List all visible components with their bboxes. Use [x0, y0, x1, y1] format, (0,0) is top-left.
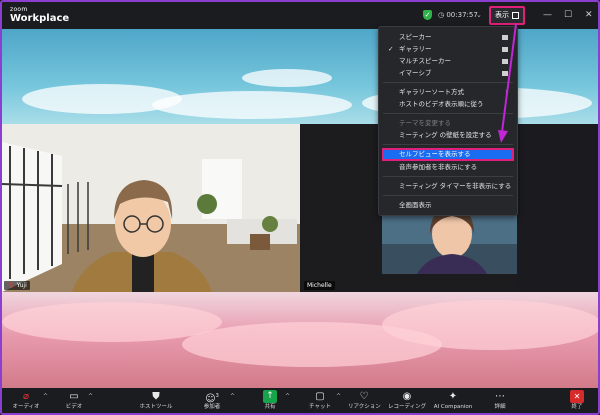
grid-icon: [512, 12, 519, 19]
speaker-layout-icon: [502, 35, 508, 40]
end-label: 終了: [571, 404, 583, 410]
chat-button[interactable]: ▢ チャット: [306, 390, 334, 411]
record-button[interactable]: ◉ レコーディング: [388, 390, 426, 411]
menu-divider: [383, 176, 513, 177]
maximize-icon[interactable]: ☐: [564, 9, 572, 21]
immersive-layout-icon: [502, 71, 508, 76]
participants-label: 参加者: [203, 404, 221, 410]
host-tools-button[interactable]: ⛊ ホストツール: [136, 390, 176, 411]
sparkle-icon: ✦: [448, 391, 458, 402]
more-dots-icon: ⋯: [495, 391, 505, 402]
meeting-toolbar: ⌀ オーディオ ^ ▭ ビデオ ^ ⛊ ホストツール ☺3 参加者 ^ ↑ 共有 ^ ▢ チ…: [2, 388, 598, 413]
timer-text: 00:37:57: [446, 11, 478, 19]
check-icon: ✓: [388, 45, 394, 53]
close-icon[interactable]: ✕: [585, 9, 593, 21]
video-chevron-up-icon[interactable]: ^: [88, 393, 93, 400]
ai-companion-button[interactable]: ✦ AI Companion: [430, 390, 476, 411]
share-arrow-icon: ↑: [263, 390, 277, 403]
chat-chevron-up-icon[interactable]: ^: [336, 393, 341, 400]
video-tile-yuji[interactable]: 🎙 Yuji: [2, 124, 300, 292]
zoom-window: zoom Workplace ✓ ◷ 00:37:57 ⌄ 表示 — ☐ ✕ 🎙…: [0, 0, 600, 415]
record-label: レコーディング: [388, 404, 427, 410]
menu-item-gallery[interactable]: ✓ ギャラリー: [379, 44, 517, 55]
background-sunset: [2, 292, 598, 388]
chat-bubble-icon: ▢: [315, 391, 325, 402]
participant-name: Yuji: [16, 282, 27, 289]
muted-mic-icon: 🎙: [7, 282, 15, 289]
participant-name-tag: 🎙 Yuji: [4, 281, 30, 290]
menu-divider: [383, 82, 513, 83]
view-button[interactable]: 表示: [489, 6, 525, 25]
meeting-timer: ◷ 00:37:57: [438, 10, 478, 20]
logo-name: Workplace: [10, 13, 70, 24]
end-x-icon: ✕: [570, 390, 584, 403]
menu-item-follow-host[interactable]: ホストのビデオ表示順に従う: [379, 99, 517, 110]
video-button[interactable]: ▭ ビデオ: [62, 390, 86, 411]
menu-item-show-self-view[interactable]: セルフビューを表示する: [382, 148, 514, 161]
participants-chevron-up-icon[interactable]: ^: [230, 393, 235, 400]
audio-label: オーディオ: [12, 404, 40, 410]
menu-divider: [383, 144, 513, 145]
share-label: 共有: [264, 404, 276, 410]
menu-item-set-wallpaper[interactable]: ミーティング の壁紙を設定する: [379, 130, 517, 141]
chat-label: チャット: [309, 404, 331, 410]
reactions-label: リアクション: [348, 404, 381, 410]
menu-item-change-theme: テーマを変更する: [399, 119, 451, 127]
app-logo: zoom Workplace: [10, 6, 69, 24]
chevron-right-icon: ›: [505, 88, 508, 96]
menu-divider: [383, 113, 513, 114]
host-tools-label: ホストツール: [139, 404, 173, 410]
timer-chevron-down-icon[interactable]: ⌄: [476, 10, 482, 20]
reactions-button[interactable]: ♡ リアクション: [348, 390, 381, 411]
gallery-layout-icon: [502, 47, 508, 52]
encryption-shield-icon[interactable]: ✓: [423, 10, 432, 20]
record-icon: ◉: [402, 391, 412, 402]
logo-small-text: zoom: [10, 6, 28, 13]
view-button-label: 表示: [495, 11, 509, 19]
participants-count: 3: [215, 393, 219, 399]
title-bar: zoom Workplace ✓ ◷ 00:37:57 ⌄ 表示 — ☐ ✕: [2, 2, 598, 29]
heart-icon: ♡: [359, 391, 369, 402]
participants-button[interactable]: ☺3 参加者: [198, 390, 226, 411]
audio-button[interactable]: ⌀ オーディオ: [12, 390, 40, 411]
participant-name-tag: Michelle: [304, 281, 335, 290]
end-button[interactable]: ✕ 終了: [565, 390, 589, 411]
menu-item-hide-timer[interactable]: ミーティング タイマーを非表示にする: [379, 181, 517, 192]
ai-companion-label: AI Companion: [433, 404, 473, 410]
menu-item-speaker[interactable]: スピーカー: [379, 32, 517, 43]
participant-name: Michelle: [307, 282, 332, 289]
minimize-icon[interactable]: —: [543, 9, 552, 21]
more-label: 詳細: [494, 404, 506, 410]
microphone-muted-icon: ⌀: [22, 391, 30, 402]
menu-item-fullscreen[interactable]: 全画面表示: [379, 200, 517, 211]
view-menu: スピーカー ✓ ギャラリー マルチスピーカー イマーシブ ギャラリーソート方式 › …: [378, 26, 518, 216]
menu-item-immersive[interactable]: イマーシブ: [379, 68, 517, 79]
share-chevron-up-icon[interactable]: ^: [285, 393, 290, 400]
multi-speaker-layout-icon: [502, 59, 508, 64]
menu-item-gallery-sort[interactable]: ギャラリーソート方式 ›: [379, 87, 517, 98]
share-button[interactable]: ↑ 共有: [258, 390, 282, 411]
menu-divider: [383, 195, 513, 196]
camera-icon: ▭: [69, 391, 79, 402]
audio-chevron-up-icon[interactable]: ^: [43, 393, 48, 400]
people-icon: ☺3: [205, 393, 219, 405]
room-scene-image: [2, 124, 300, 292]
menu-item-hide-audio-participants[interactable]: 音声参加者を非表示にする: [379, 162, 517, 173]
menu-item-multi-speaker[interactable]: マルチスピーカー: [379, 56, 517, 67]
shield-icon: ⛊: [152, 391, 160, 402]
video-label: ビデオ: [65, 404, 83, 410]
more-button[interactable]: ⋯ 詳細: [488, 390, 512, 411]
